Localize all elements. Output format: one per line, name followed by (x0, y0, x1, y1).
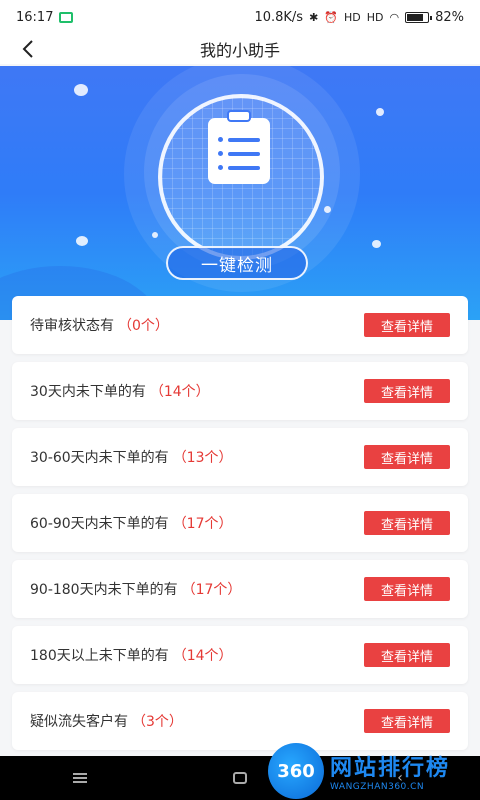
hero-banner: 一键检测 (0, 66, 480, 320)
list-item: 60-90天内未下单的有 （17个） 查看详情 (12, 494, 468, 552)
battery-icon (405, 11, 433, 23)
view-details-button[interactable]: 查看详情 (364, 709, 450, 733)
one-click-detect-button[interactable]: 一键检测 (166, 246, 308, 280)
item-count: （3个） (132, 714, 183, 730)
wifi-icon: ◠ (389, 10, 400, 24)
clipboard-dot (218, 165, 223, 170)
item-label: 90-180天内未下单的有 (30, 582, 178, 598)
item-label: 60-90天内未下单的有 (30, 516, 169, 532)
alarm-icon: ⏰ (324, 10, 338, 24)
item-label: 疑似流失客户有 (30, 714, 128, 730)
view-details-button[interactable]: 查看详情 (364, 313, 450, 337)
view-details-button[interactable]: 查看详情 (364, 643, 450, 667)
view-details-button[interactable]: 查看详情 (364, 511, 450, 535)
signal-1-label: HD (343, 10, 361, 24)
decor-bubble (76, 236, 88, 246)
list-item: 90-180天内未下单的有 （17个） 查看详情 (12, 560, 468, 618)
view-details-button[interactable]: 查看详情 (364, 445, 450, 469)
home-icon (233, 772, 247, 784)
network-speed: 10.8K/s (254, 9, 304, 25)
home-nav-button[interactable] (232, 770, 248, 786)
bluetooth-icon: ✱ (309, 10, 319, 24)
view-details-button[interactable]: 查看详情 (364, 577, 450, 601)
item-count: （17个） (172, 516, 233, 532)
list-item: 待审核状态有 （0个） 查看详情 (12, 296, 468, 354)
list-item: 30天内未下单的有 （14个） 查看详情 (12, 362, 468, 420)
clipboard-line (228, 166, 260, 170)
watermark-text: 网站排行榜 WANGZHAN360.CN (330, 750, 450, 792)
decor-bubble (74, 84, 88, 96)
decor-bubble (372, 240, 381, 248)
clipboard-dot (218, 151, 223, 156)
top-nav: 我的小助手 (0, 34, 480, 64)
menu-nav-button[interactable] (72, 770, 88, 786)
item-label: 30-60天内未下单的有 (30, 450, 169, 466)
menu-icon (73, 773, 87, 783)
item-label: 180天以上未下单的有 (30, 648, 169, 664)
watermark-sub: WANGZHAN360.CN (330, 782, 425, 792)
status-bar: 16:17 10.8K/s ✱ ⏰ HD HD ◠ 82% (0, 0, 480, 34)
item-count: （13个） (172, 450, 233, 466)
page-title: 我的小助手 (199, 41, 280, 60)
clipboard-icon (208, 110, 270, 184)
back-button[interactable] (16, 36, 40, 62)
clipboard-clip (227, 110, 251, 122)
watermark-logo: 360 (268, 743, 324, 799)
clipboard-dot (218, 137, 223, 142)
message-icon (59, 11, 74, 23)
site-watermark: 360 网站排行榜 WANGZHAN360.CN (268, 742, 480, 800)
decor-bubble (376, 108, 384, 116)
list-item: 30-60天内未下单的有 （13个） 查看详情 (12, 428, 468, 486)
chevron-left-icon (22, 40, 33, 58)
item-count: （14个） (149, 384, 210, 400)
battery-percent: 82% (435, 9, 464, 25)
item-count: （0个） (118, 318, 169, 334)
watermark-main: 网站排行榜 (330, 756, 451, 781)
clipboard-line (228, 152, 260, 156)
view-details-button[interactable]: 查看详情 (364, 379, 450, 403)
signal-2-label: HD (366, 10, 384, 24)
list-item: 180天以上未下单的有 （14个） 查看详情 (12, 626, 468, 684)
status-time: 16:17 (16, 9, 54, 25)
item-count: （17个） (181, 582, 242, 598)
clipboard-line (228, 138, 260, 142)
item-label: 待审核状态有 (30, 318, 114, 334)
item-label: 30天内未下单的有 (30, 384, 146, 400)
item-count: （14个） (172, 648, 233, 664)
